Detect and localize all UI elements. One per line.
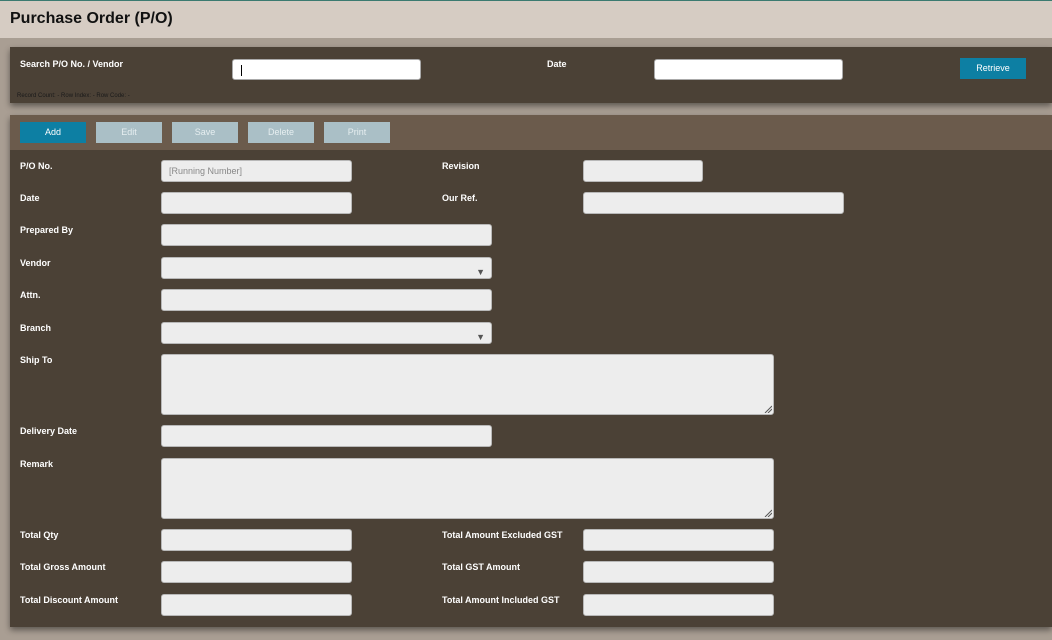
search-panel: Search P/O No. / Vendor Date Retrieve Re… (10, 47, 1052, 103)
branch-select[interactable]: ▼ (161, 322, 492, 344)
retrieve-button[interactable]: Retrieve (960, 58, 1026, 79)
branch-label: Branch (20, 323, 52, 333)
total-incl-gst-label: Total Amount Included GST (442, 595, 560, 605)
search-label: Search P/O No. / Vendor (20, 59, 124, 69)
add-button[interactable]: Add (20, 122, 86, 143)
ship-to-textarea[interactable] (161, 354, 774, 415)
vendor-select[interactable]: ▼ (161, 257, 492, 279)
record-info: Record Count: - Row Index: - Row Code: - (17, 93, 130, 99)
print-button[interactable]: Print (324, 122, 390, 143)
total-gross-field[interactable] (161, 561, 352, 583)
po-no-label: P/O No. (20, 161, 53, 171)
total-incl-gst-field[interactable] (583, 594, 774, 616)
remark-label: Remark (20, 459, 54, 469)
edit-button[interactable]: Edit (96, 122, 162, 143)
date-label: Date (20, 193, 40, 203)
title-bar: Purchase Order (P/O) (0, 0, 1052, 38)
total-gst-label: Total GST Amount (442, 562, 520, 572)
text-cursor (241, 65, 242, 76)
prepared-by-field[interactable] (161, 224, 492, 246)
our-ref-field[interactable] (583, 192, 844, 214)
date-field[interactable] (161, 192, 352, 214)
search-date-input[interactable] (654, 59, 843, 80)
page-title: Purchase Order (P/O) (10, 10, 173, 27)
dropdown-arrow-icon: ▼ (476, 332, 485, 342)
our-ref-label: Our Ref. (442, 193, 478, 203)
vendor-label: Vendor (20, 258, 51, 268)
resize-handle-icon[interactable] (764, 405, 772, 413)
total-discount-label: Total Discount Amount (20, 595, 118, 605)
ship-to-label: Ship To (20, 355, 53, 365)
total-gst-field[interactable] (583, 561, 774, 583)
save-button[interactable]: Save (172, 122, 238, 143)
delivery-date-field[interactable] (161, 425, 492, 447)
prepared-by-label: Prepared By (20, 225, 74, 235)
total-discount-field[interactable] (161, 594, 352, 616)
total-qty-field[interactable] (161, 529, 352, 551)
delivery-date-label: Delivery Date (20, 426, 78, 436)
search-input[interactable] (232, 59, 421, 80)
total-gross-label: Total Gross Amount (20, 562, 106, 572)
remark-textarea[interactable] (161, 458, 774, 519)
po-no-field[interactable]: [Running Number] (161, 160, 352, 182)
delete-button[interactable]: Delete (248, 122, 314, 143)
search-date-label: Date (547, 59, 567, 69)
total-qty-label: Total Qty (20, 530, 59, 540)
form-panel: Add Edit Save Delete Print P/O No. [Runn… (10, 115, 1052, 627)
attn-field[interactable] (161, 289, 492, 311)
resize-handle-icon[interactable] (764, 509, 772, 517)
attn-label: Attn. (20, 290, 41, 300)
total-excl-gst-field[interactable] (583, 529, 774, 551)
total-excl-gst-label: Total Amount Excluded GST (442, 530, 563, 540)
dropdown-arrow-icon: ▼ (476, 267, 485, 277)
po-no-placeholder: [Running Number] (169, 166, 243, 176)
toolbar: Add Edit Save Delete Print (10, 115, 1052, 150)
revision-field[interactable] (583, 160, 703, 182)
revision-label: Revision (442, 161, 480, 171)
